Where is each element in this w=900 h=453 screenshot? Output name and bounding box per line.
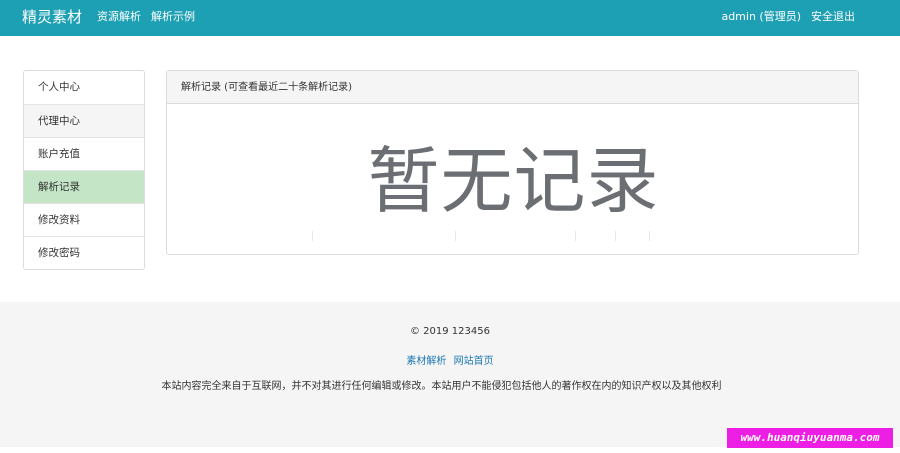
watermark-banner: www.huanqiuyuanma.com [727, 428, 893, 448]
records-panel: 解析记录 (可查看最近二十条解析记录) 暂无记录 [166, 70, 859, 255]
sidebar-menu: 个人中心 代理中心 账户充值 解析记录 修改资料 修改密码 [23, 70, 145, 270]
footer-links: 素材解析 网站首页 [0, 352, 900, 367]
copyright-text: © 2019 123456 [410, 326, 490, 337]
sidebar-item-parse-records[interactable]: 解析记录 [24, 170, 144, 203]
page-footer: © 2019 123456 素材解析 网站首页 本站内容完全来自于互联网，并不对… [0, 302, 900, 447]
nav-links: 资源解析 解析示例 [97, 10, 205, 24]
empty-records-message: 暂无记录 [367, 139, 660, 223]
nav-user-area: admin (管理员) 安全退出 [721, 10, 855, 24]
site-brand[interactable]: 精灵素材 [22, 8, 82, 26]
sidebar-item-personal-center[interactable]: 个人中心 [24, 71, 144, 104]
sidebar-item-edit-profile[interactable]: 修改资料 [24, 203, 144, 236]
nav-link-resource-parse[interactable]: 资源解析 [97, 10, 141, 23]
panel-heading: 解析记录 (可查看最近二十条解析记录) [167, 71, 858, 104]
footer-link-home[interactable]: 网站首页 [454, 356, 494, 367]
nav-link-parse-example[interactable]: 解析示例 [151, 10, 195, 23]
sidebar-item-agent-center[interactable]: 代理中心 [24, 104, 144, 137]
sidebar-item-change-password[interactable]: 修改密码 [24, 236, 144, 269]
logout-link[interactable]: 安全退出 [811, 10, 855, 23]
sidebar-item-recharge[interactable]: 账户充值 [24, 137, 144, 170]
user-menu-link[interactable]: admin (管理员) [721, 10, 801, 23]
disclaimer-text: 本站内容完全来自于互联网，并不对其进行任何编辑或修改。本站用户不能侵犯包括他人的… [161, 381, 722, 392]
footer-link-material-parse[interactable]: 素材解析 [406, 356, 446, 367]
top-navbar: 精灵素材 资源解析 解析示例 admin (管理员) 安全退出 [0, 0, 900, 36]
